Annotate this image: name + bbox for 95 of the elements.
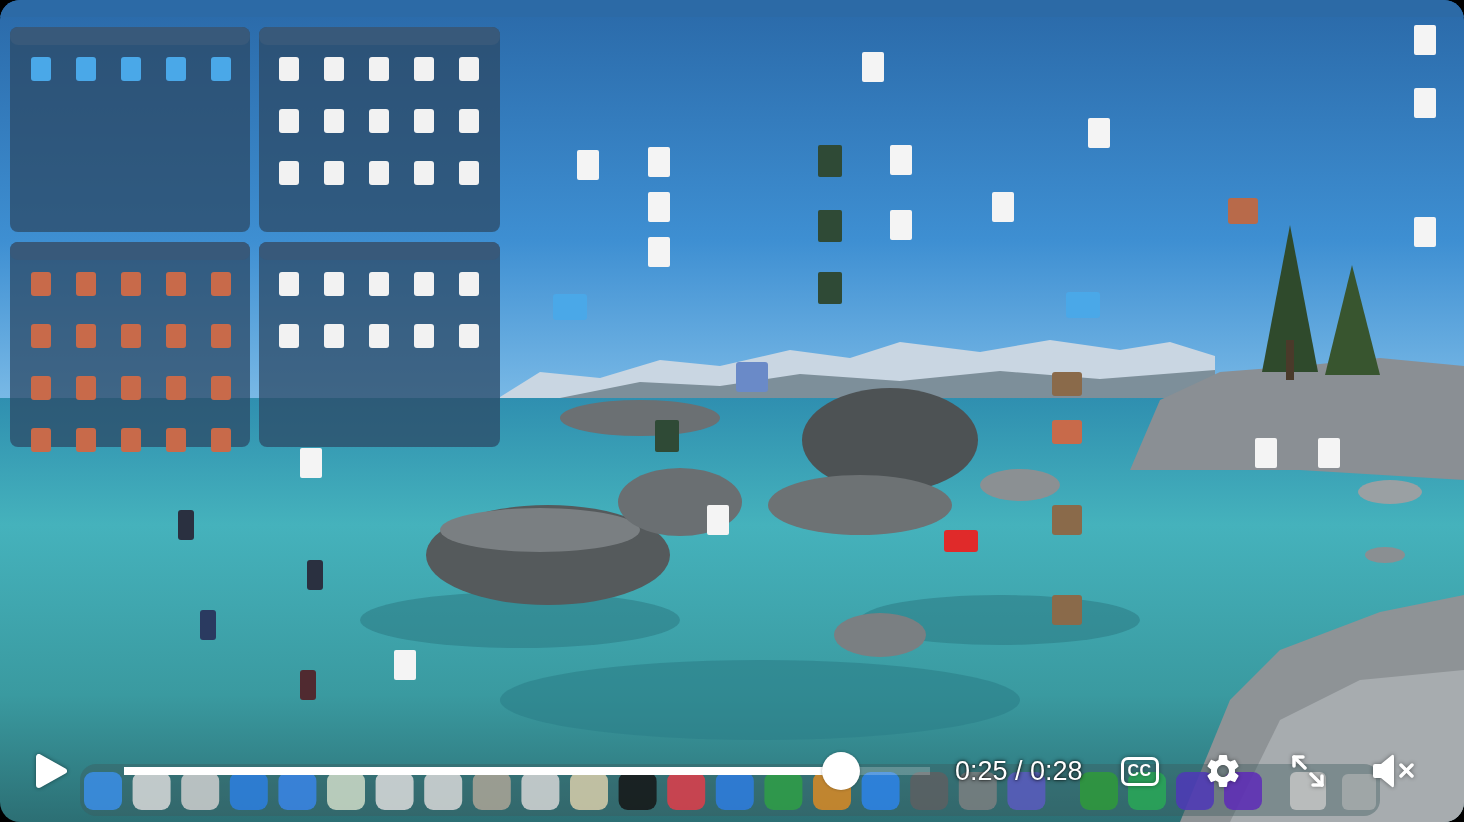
image-thumbnail [121, 272, 141, 296]
image-thumbnail [200, 610, 216, 640]
document-icon [324, 272, 344, 296]
document-icon [279, 109, 299, 133]
folder-icon [76, 57, 96, 81]
document-icon [1255, 438, 1277, 468]
file-thumbnail [818, 272, 842, 304]
document-icon [648, 237, 670, 267]
image-thumbnail [76, 272, 96, 296]
folder-icon [121, 57, 141, 81]
rock [1358, 480, 1422, 504]
image-thumbnail [31, 324, 51, 348]
document-icon [459, 161, 479, 185]
image-thumbnail [166, 428, 186, 452]
document-icon [577, 150, 599, 180]
image-thumbnail [31, 272, 51, 296]
document-icon [992, 192, 1014, 222]
document-icon [890, 210, 912, 240]
document-icon [1414, 88, 1436, 118]
document-icon [414, 57, 434, 81]
document-icon [369, 272, 389, 296]
document-icon [862, 52, 884, 82]
app-icon [910, 772, 949, 810]
unmute-button[interactable] [1370, 753, 1415, 789]
file-thumbnail [818, 210, 842, 242]
image-thumbnail [76, 324, 96, 348]
document-icon [369, 324, 389, 348]
image-thumbnail [121, 324, 141, 348]
rock [1365, 547, 1405, 563]
document-icon [414, 324, 434, 348]
document-icon [707, 505, 729, 535]
document-icon [300, 448, 322, 478]
document-icon [279, 161, 299, 185]
image-thumbnail [1052, 372, 1082, 396]
folder-icon [944, 530, 978, 552]
image-thumbnail [1052, 420, 1082, 444]
time-display: 0:25 / 0:28 [955, 755, 1083, 787]
app-icon [84, 772, 122, 810]
document-icon [414, 161, 434, 185]
document-icon [648, 147, 670, 177]
image-thumbnail [300, 670, 316, 700]
document-icon [890, 145, 912, 175]
image-thumbnail [736, 362, 768, 392]
file-thumbnail [655, 420, 679, 452]
document-icon [324, 57, 344, 81]
document-icon [279, 272, 299, 296]
image-thumbnail [166, 324, 186, 348]
image-thumbnail [307, 560, 323, 590]
image-thumbnail [178, 510, 194, 540]
fullscreen-button[interactable] [1290, 755, 1325, 787]
captions-button[interactable]: CC [1120, 756, 1159, 786]
document-icon [369, 109, 389, 133]
document-icon [394, 650, 416, 680]
app-icon [1176, 772, 1214, 810]
image-thumbnail [1052, 595, 1082, 625]
document-icon [369, 161, 389, 185]
folder-icon [166, 57, 186, 81]
document-icon [369, 57, 389, 81]
document-icon [414, 272, 434, 296]
image-thumbnail [166, 272, 186, 296]
image-thumbnail [211, 272, 231, 296]
play-button[interactable] [35, 752, 67, 790]
document-icon [324, 109, 344, 133]
image-thumbnail [121, 428, 141, 452]
document-icon [414, 109, 434, 133]
image-thumbnail [31, 428, 51, 452]
app-icon [1080, 772, 1118, 810]
image-thumbnail [1052, 505, 1082, 535]
app-icon [861, 772, 900, 810]
folder-icon [211, 57, 231, 81]
image-thumbnail [211, 376, 231, 400]
document-icon [459, 109, 479, 133]
document-icon [1088, 118, 1110, 148]
document-icon [1414, 25, 1436, 55]
document-icon [1318, 438, 1340, 468]
document-icon [459, 272, 479, 296]
image-thumbnail [76, 428, 96, 452]
image-thumbnail [1228, 198, 1258, 224]
file-thumbnail [818, 145, 842, 177]
image-thumbnail [211, 428, 231, 452]
document-icon [459, 324, 479, 348]
document-icon [648, 192, 670, 222]
image-thumbnail [31, 376, 51, 400]
document-icon [324, 324, 344, 348]
image-thumbnail [121, 376, 141, 400]
image-thumbnail [166, 376, 186, 400]
app-icon [1342, 774, 1376, 810]
image-thumbnail [76, 376, 96, 400]
document-icon [459, 57, 479, 81]
folder-icon [31, 57, 51, 81]
image-thumbnail [211, 324, 231, 348]
document-icon [279, 57, 299, 81]
document-icon [1414, 217, 1436, 247]
document-icon [279, 324, 299, 348]
document-icon [324, 161, 344, 185]
